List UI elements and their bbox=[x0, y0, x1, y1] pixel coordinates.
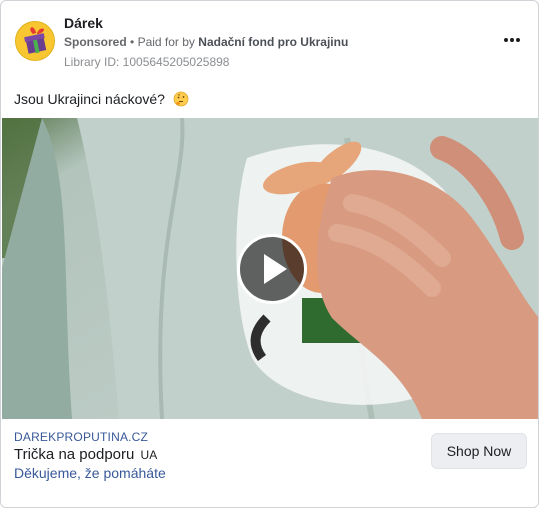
paid-for-by-label: Paid for by bbox=[137, 35, 195, 49]
gift-icon bbox=[16, 22, 54, 60]
link-card[interactable]: DAREKPROPUTINA.CZ Trička na podporu UA D… bbox=[2, 419, 538, 507]
more-options-button[interactable] bbox=[498, 29, 526, 51]
shop-now-button[interactable]: Shop Now bbox=[431, 433, 527, 469]
sponsored-label: Sponsored bbox=[64, 35, 127, 49]
ad-video[interactable] bbox=[2, 118, 538, 419]
sponsored-meta: Sponsored • Paid for by Nadační fond pro… bbox=[64, 35, 348, 49]
ad-header: Dárek Sponsored • Paid for by Nadační fo… bbox=[13, 11, 526, 75]
thinking-face-icon bbox=[173, 91, 189, 110]
ad-card: Dárek Sponsored • Paid for by Nadační fo… bbox=[0, 0, 539, 508]
funder-name[interactable]: Nadační fond pro Ukrajinu bbox=[198, 35, 348, 49]
play-icon bbox=[264, 254, 287, 284]
ad-body-text: Jsou Ukrajinci náckové? bbox=[14, 91, 189, 110]
play-button[interactable] bbox=[237, 234, 307, 304]
page-avatar[interactable] bbox=[15, 21, 55, 61]
ad-text: Jsou Ukrajinci náckové? bbox=[14, 91, 165, 107]
more-dot-icon bbox=[510, 38, 514, 42]
link-description[interactable]: Děkujeme, že pomáháte bbox=[14, 465, 166, 481]
page-name[interactable]: Dárek bbox=[64, 15, 103, 31]
library-id: Library ID: 1005645205025898 bbox=[64, 55, 230, 69]
link-headline-text: Trička na podporu bbox=[14, 446, 135, 463]
ukraine-flag-label: UA bbox=[140, 448, 158, 462]
link-domain[interactable]: DAREKPROPUTINA.CZ bbox=[14, 430, 148, 444]
meta-separator: • bbox=[130, 35, 135, 49]
more-dot-icon bbox=[503, 38, 508, 42]
link-headline[interactable]: Trička na podporu UA bbox=[14, 446, 157, 463]
more-dot-icon bbox=[516, 38, 521, 42]
